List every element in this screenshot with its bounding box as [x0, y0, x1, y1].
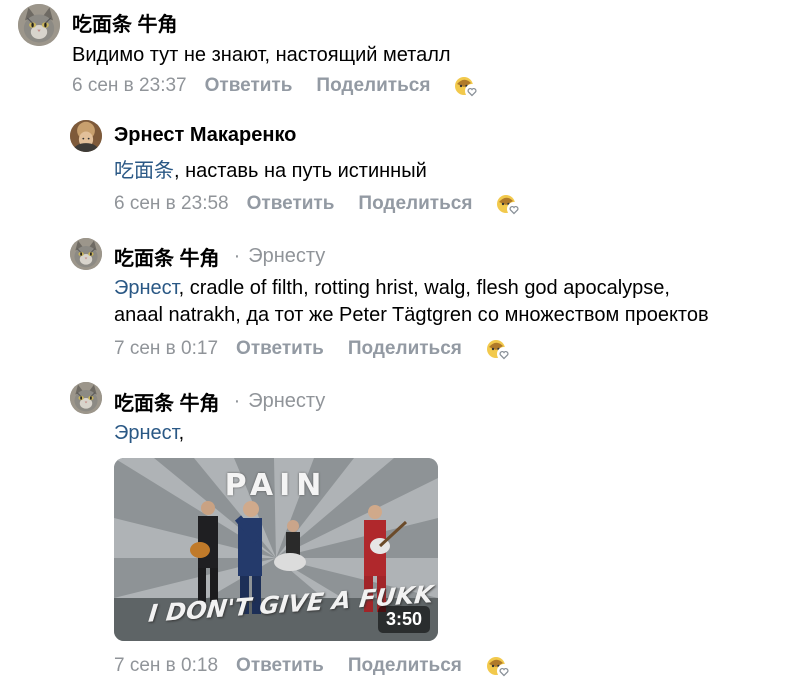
- video-attachment[interactable]: PAIN I DON'T GIVE A FUKK 3:50: [114, 458, 438, 641]
- comment-time[interactable]: 6 сен в 23:37: [72, 75, 187, 97]
- share-button[interactable]: Поделиться: [348, 655, 462, 677]
- author-name[interactable]: 吃面条 牛角: [114, 387, 220, 416]
- author-name[interactable]: Эрнест Макаренко: [114, 124, 296, 147]
- reaction-emoji-icon[interactable]: [486, 337, 510, 361]
- cat-avatar-icon[interactable]: [18, 4, 60, 46]
- comment-meta: 7 сен в 0:17 Ответить Поделиться: [114, 337, 510, 361]
- separator: ·: [233, 245, 241, 267]
- mention-link[interactable]: Эрнест: [114, 422, 179, 444]
- reply-button[interactable]: Ответить: [236, 655, 324, 677]
- reply-to-link[interactable]: Эрнесту: [248, 390, 325, 412]
- reply-button[interactable]: Ответить: [247, 193, 335, 215]
- author-name[interactable]: 吃面条 牛角: [72, 8, 178, 37]
- comment-text: 吃面条, наставь на путь истинный: [114, 160, 427, 182]
- separator: ·: [233, 390, 241, 412]
- comment-text: Эрнест, cradle of filth, rotting hrist, …: [114, 277, 709, 326]
- cat-avatar-icon[interactable]: [70, 382, 102, 414]
- share-button[interactable]: Поделиться: [348, 338, 462, 360]
- reaction-emoji-icon[interactable]: [496, 192, 520, 216]
- reaction-emoji-icon[interactable]: [454, 74, 478, 98]
- mention-link[interactable]: 吃面条: [114, 160, 174, 182]
- comment-meta: 6 сен в 23:58 Ответить Поделиться: [114, 192, 520, 216]
- cat-avatar-icon[interactable]: [70, 238, 102, 270]
- reply-button[interactable]: Ответить: [236, 338, 324, 360]
- comment-time[interactable]: 7 сен в 0:17: [114, 338, 218, 360]
- author-name[interactable]: 吃面条 牛角: [114, 242, 220, 271]
- video-duration: 3:50: [377, 606, 430, 633]
- reply-to-link[interactable]: Эрнесту: [248, 245, 325, 267]
- user-photo-avatar-icon[interactable]: [70, 120, 102, 152]
- video-band-title: PAIN: [224, 468, 328, 503]
- mention-link[interactable]: Эрнест: [114, 277, 179, 299]
- comment-meta: 6 сен в 23:37 Ответить Поделиться: [72, 74, 478, 98]
- comment-time[interactable]: 7 сен в 0:18: [114, 655, 218, 677]
- share-button[interactable]: Поделиться: [316, 75, 430, 97]
- share-button[interactable]: Поделиться: [358, 193, 472, 215]
- comment-text: Видимо тут не знают, настоящий металл: [72, 44, 451, 66]
- reaction-emoji-icon[interactable]: [486, 654, 510, 678]
- comment-meta: 7 сен в 0:18 Ответить Поделиться: [114, 654, 510, 678]
- comment-time[interactable]: 6 сен в 23:58: [114, 193, 229, 215]
- reply-button[interactable]: Ответить: [205, 75, 293, 97]
- comment-text: Эрнест,: [114, 422, 185, 444]
